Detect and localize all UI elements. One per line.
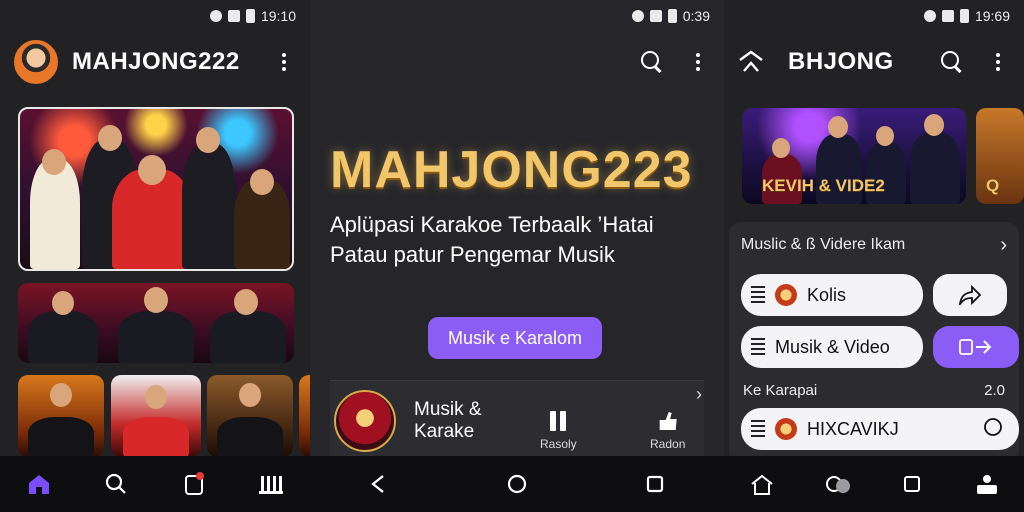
avatar[interactable]	[14, 40, 58, 84]
app-bar	[310, 32, 724, 92]
category-marker-icon	[751, 338, 765, 356]
home-icon[interactable]	[26, 471, 52, 497]
battery-icon	[667, 9, 677, 23]
home-circle-icon[interactable]	[504, 471, 530, 497]
status-bar: 19:69	[724, 0, 1024, 32]
search-icon[interactable]	[938, 48, 966, 76]
bottom-nav	[0, 456, 310, 512]
search-icon[interactable]	[638, 48, 666, 76]
app-title: BHJONG	[788, 48, 894, 75]
library-icon[interactable]	[258, 471, 284, 497]
location-icon	[923, 10, 936, 22]
bottom-nav	[724, 456, 1024, 512]
pause-label: Rasoly	[540, 437, 577, 451]
more-options-icon[interactable]	[686, 50, 710, 74]
thumbnail-card[interactable]	[207, 375, 293, 457]
home-icon[interactable]	[738, 49, 764, 75]
home-icon[interactable]	[749, 471, 775, 497]
cta-button[interactable]: Musik e Karalom	[428, 317, 602, 359]
screen-landing: 0:39 MAHJONG223 Aplüpasi Karakoe Terbaal…	[310, 0, 724, 512]
profile-icon[interactable]	[974, 471, 1000, 497]
pause-icon	[550, 411, 567, 431]
category-chip[interactable]: Kolis	[741, 274, 923, 316]
like-label: Radon	[650, 437, 686, 451]
like-button[interactable]: Radon	[650, 411, 685, 451]
category-chip[interactable]: Musik & Video	[741, 326, 923, 368]
app-title: MAHJONG222	[72, 48, 240, 75]
status-time: 0:39	[682, 8, 710, 24]
thumbnail-card[interactable]	[111, 375, 201, 457]
hero-subtitle-line: Patau patur Pengemar Musik	[330, 242, 615, 267]
featured-video-banner[interactable]: KEVIH & VIDE2	[742, 108, 966, 204]
mini-player[interactable]: Musik & Karake Rasoly Radon	[330, 380, 704, 460]
chip-label: Kolis	[807, 284, 847, 305]
status-time: 19:69	[974, 8, 1010, 24]
chip-label: HIXCAVIKJ	[807, 418, 899, 439]
category-marker-icon	[751, 420, 765, 438]
vpn-icon	[209, 10, 222, 22]
section-value: 2.0	[984, 382, 1005, 399]
app-bar: BHJONG	[724, 32, 1024, 92]
hero-subtitle-line: Aplüpasi Karakoe Terbaalk ’Hatai	[330, 212, 654, 237]
chevron-right-icon[interactable]: ›	[1000, 234, 1007, 257]
queue-icon[interactable]	[899, 471, 925, 497]
notifications-icon[interactable]	[181, 471, 207, 497]
emblem-icon	[775, 284, 797, 306]
hero-subtitle: Aplüpasi Karakoe Terbaalk ’Hatai Patau p…	[330, 210, 710, 270]
chat-icon[interactable]	[983, 417, 1003, 442]
chip-label: Musik & Video	[775, 336, 890, 357]
recents-icon[interactable]	[642, 471, 668, 497]
explore-icon[interactable]	[824, 471, 850, 497]
status-bar: 19:10	[0, 0, 310, 32]
back-icon[interactable]	[366, 471, 392, 497]
more-options-icon[interactable]	[986, 50, 1010, 74]
forward-button[interactable]	[933, 326, 1019, 368]
wifi-icon	[941, 10, 954, 22]
search-icon[interactable]	[103, 471, 129, 497]
album-art	[334, 389, 396, 452]
thumbnail-card[interactable]	[299, 375, 310, 457]
share-button[interactable]	[933, 274, 1007, 316]
featured-band-card[interactable]	[18, 107, 294, 271]
close-mini-player-icon[interactable]: ›	[696, 384, 702, 405]
banner-label: Q	[986, 176, 1000, 195]
screen-home: 19:10 MAHJONG222	[0, 0, 310, 512]
system-nav	[310, 456, 724, 512]
singers-card[interactable]	[18, 283, 294, 363]
app-bar: MAHJONG222	[0, 32, 310, 92]
hero-section: MAHJONG223 Aplüpasi Karakoe Terbaalk ’Ha…	[330, 140, 710, 270]
section-label: Ke Karapai	[743, 382, 818, 399]
status-time: 19:10	[260, 8, 296, 24]
category-marker-icon	[751, 286, 765, 304]
signal-icon	[649, 10, 662, 22]
thumbnail-card[interactable]	[18, 375, 104, 457]
hero-title: MAHJONG223	[330, 141, 693, 199]
more-options-icon[interactable]	[272, 50, 296, 74]
status-bar: 0:39	[310, 0, 724, 32]
thumbs-up-icon	[659, 412, 677, 430]
music-video-panel: Muslic & ß Videre Ikam › Kolis Musik & V…	[729, 222, 1019, 462]
banner-label: KEVIH & VIDE2	[762, 176, 885, 195]
battery-icon	[959, 9, 969, 23]
notification-icon	[227, 10, 240, 22]
category-chip[interactable]: HIXCAVIKJ	[741, 408, 1019, 450]
panel-title: Muslic & ß Videre Ikam	[741, 236, 906, 253]
screen-browse: 19:69 BHJONG KEVIH & VIDE2 Q Muslic & ß …	[724, 0, 1024, 512]
vpn-icon	[631, 10, 644, 22]
now-playing-title: Musik & Karake	[414, 398, 482, 442]
featured-video-banner[interactable]: Q	[976, 108, 1024, 204]
emblem-icon	[775, 418, 797, 440]
battery-icon	[245, 9, 255, 23]
pause-button[interactable]: Rasoly	[540, 411, 577, 451]
